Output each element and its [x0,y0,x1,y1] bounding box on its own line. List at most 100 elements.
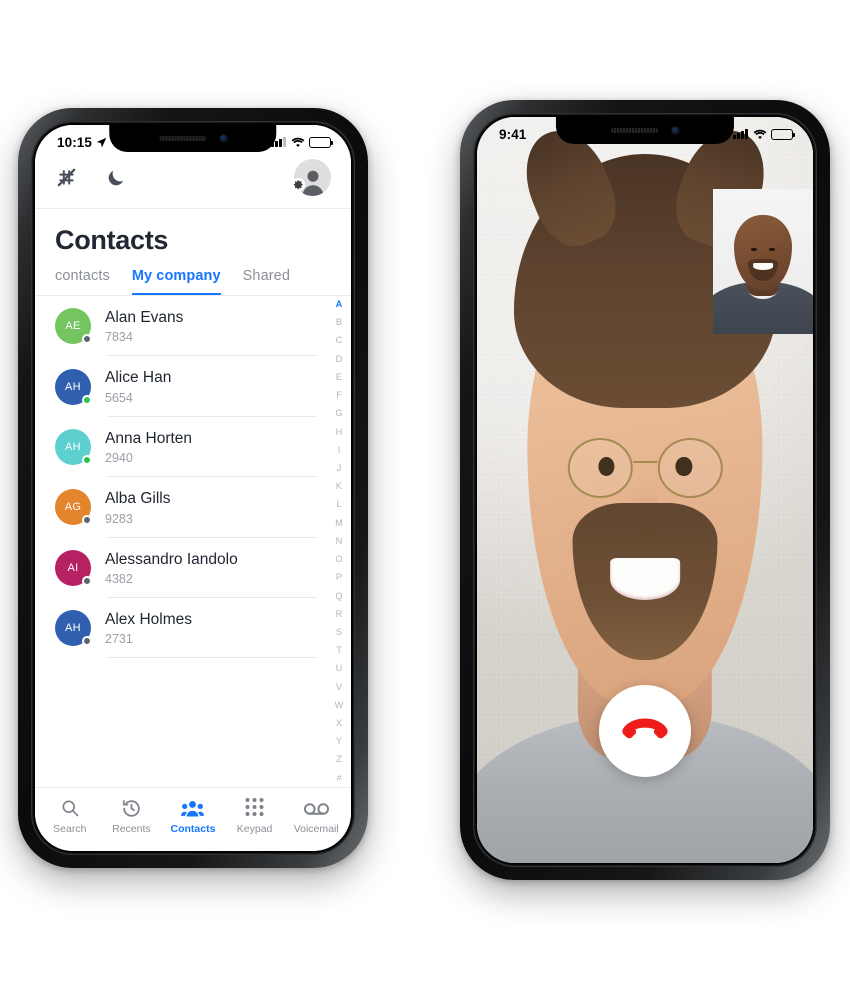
alpha-index-letter[interactable]: X [336,718,342,728]
alpha-index-letter[interactable]: H [336,427,343,437]
self-view-picture-in-picture[interactable] [713,189,813,334]
alpha-index-letter[interactable]: I [338,445,341,455]
alphabet-index-scrubber[interactable]: A B C D E F G H I J K L M N O P Q R S T U V W X Y Z # [331,299,347,783]
status-time: 10:15 [57,134,93,150]
right-phone-screen: 9:41 [477,117,813,863]
screenshot-stage: 10:15 Contacts contacts My company Share… [0,0,850,1000]
contact-extension: 5654 [105,390,133,405]
settings-gear-icon[interactable] [292,178,305,191]
contacts-list-area: AE Alan Evans 7834 AH Alice Han 5654 AH Anna Ho… [35,296,351,787]
alpha-index-letter[interactable]: J [337,463,342,473]
tab-voicemail-label: Voicemail [293,823,339,835]
self-smile [753,263,773,271]
contact-row[interactable]: AE Alan Evans 7834 [55,296,351,357]
contact-row[interactable]: AG Alba Gills 9283 [55,477,351,538]
remote-smile [609,558,681,600]
contact-initials: AG [64,501,82,514]
remote-eye-left [597,456,615,476]
alpha-index-letter[interactable]: U [336,664,343,673]
tab-search-label: Search [53,823,87,835]
alpha-index-letter[interactable]: Q [335,591,342,601]
alpha-index-letter[interactable]: G [335,409,342,418]
alpha-index-letter[interactable]: P [336,573,342,582]
contact-avatar: AI [55,549,92,586]
alpha-index-letter[interactable]: Z [336,755,342,764]
alpha-index-letter[interactable]: R [336,609,343,619]
wifi-icon [753,129,766,139]
contact-avatar: AH [55,428,92,465]
tab-keypad-label: Keypad [236,823,273,835]
contact-avatar: AH [55,610,92,647]
end-call-handset-icon [622,718,668,739]
alpha-index-letter[interactable]: C [336,336,343,345]
remote-eye-right [675,456,693,476]
contact-extension: 7834 [105,330,133,345]
presence-status-dot [82,394,92,405]
contact-extension: 2731 [105,632,133,647]
alpha-index-letter[interactable]: V [336,682,342,692]
contact-name: Alessandro Iandolo [105,550,238,568]
alpha-index-letter[interactable]: N [336,536,343,546]
alpha-index-letter[interactable]: O [335,554,342,564]
video-call-screen [477,117,813,863]
alpha-index-letter[interactable]: B [336,318,342,327]
alpha-index-letter[interactable]: A [336,299,343,309]
right-phone-bezel: 9:41 [473,113,817,867]
alpha-index-letter[interactable]: K [336,481,342,491]
alpha-index-letter[interactable]: W [335,700,344,710]
profile-avatar-button[interactable] [292,159,331,196]
presence-status-dot [82,454,92,465]
page-title: Contacts [55,225,169,255]
end-call-button[interactable] [599,685,691,777]
tab-shared[interactable]: Shared [243,268,290,295]
right-status-bar: 9:41 [477,117,813,147]
tab-contacts-bottom[interactable]: Contacts [162,797,224,835]
battery-low-power-icon [309,136,334,148]
tab-contacts[interactable]: contacts [55,268,110,295]
contact-name: Alice Han [105,369,172,387]
contact-text: Alice Han 5654 [105,368,321,404]
search-icon [60,797,80,819]
tab-voicemail[interactable]: Voicemail [285,797,347,835]
contact-row[interactable]: AH Alice Han 5654 [55,356,351,418]
contact-text: Anna Horten 2940 [105,429,321,465]
presence-status-dot [82,334,92,345]
left-phone-bezel: 10:15 Contacts contacts My company Share… [31,121,355,855]
contact-row[interactable]: AH Anna Horten 2940 [55,417,351,478]
presence-status-dot [82,515,92,526]
tab-search[interactable]: Search [39,797,101,835]
contact-avatar: AE [55,308,92,345]
alpha-index-letter[interactable]: F [336,390,342,400]
alpha-index-letter[interactable]: E [336,372,342,382]
recents-clock-icon [121,797,142,819]
remote-glasses-icon [567,438,723,499]
contact-avatar: AG [55,489,92,526]
battery-full-icon [771,128,796,140]
alpha-index-letter[interactable]: D [336,354,343,364]
contact-extension: 9283 [105,511,133,526]
do-not-disturb-moon-icon[interactable] [106,168,126,188]
presence-status-dot [82,636,92,647]
tab-keypad[interactable]: Keypad [224,797,286,835]
alpha-index-letter[interactable]: # [336,773,341,783]
contacts-list[interactable]: AE Alan Evans 7834 AH Alice Han 5654 AH Anna Ho… [35,296,351,659]
contacts-people-icon [181,797,205,819]
contact-row[interactable]: AI Alessandro Iandolo 4382 [55,538,351,599]
alpha-index-letter[interactable]: M [335,518,343,528]
alpha-index-letter[interactable]: S [336,627,342,637]
contact-initials: AH [65,440,81,453]
alpha-index-letter[interactable]: Y [336,737,342,746]
self-eye-left [751,248,757,251]
contact-text: Alan Evans 7834 [105,308,321,344]
alpha-index-letter[interactable]: T [336,645,342,655]
tab-recents[interactable]: Recents [101,797,163,835]
contact-text: Alex Holmes 2731 [105,610,321,646]
contact-row[interactable]: AH Alex Holmes 2731 [55,598,351,659]
location-arrow-icon [96,137,107,147]
contact-text: Alba Gills 9283 [105,489,321,525]
contact-extension: 2940 [105,451,133,466]
crossed-grid-icon[interactable] [55,166,78,189]
alpha-index-letter[interactable]: L [336,500,341,509]
tab-my-company[interactable]: My company [131,268,221,295]
cellular-signal-icon [271,137,286,147]
